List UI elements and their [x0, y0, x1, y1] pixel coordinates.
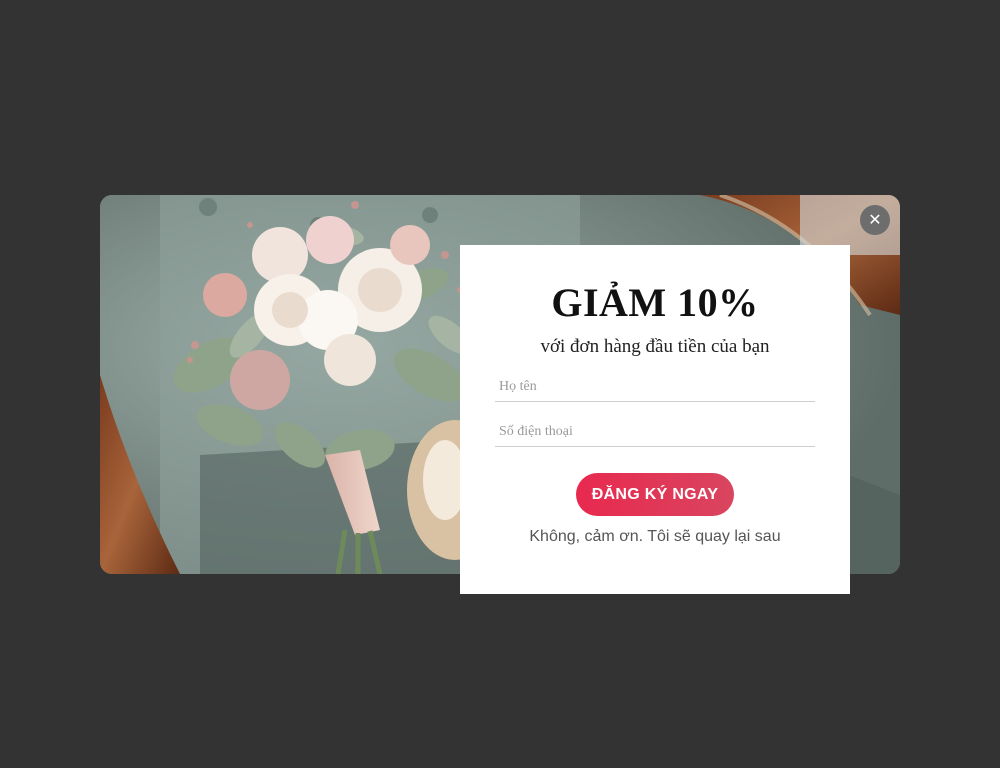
close-icon: ✕ [868, 210, 882, 229]
signup-form-card: GIẢM 10% với đơn hàng đầu tiền của bạn Đ… [460, 245, 850, 594]
promo-subline: với đơn hàng đầu tiền của bạn [540, 336, 770, 357]
close-button[interactable]: ✕ [860, 205, 890, 235]
decline-link[interactable]: Không, cảm ơn. Tôi sẽ quay lại sau [460, 528, 850, 546]
phone-input[interactable] [495, 417, 815, 447]
promo-headline: GIẢM 10% [551, 280, 759, 325]
name-input[interactable] [495, 372, 815, 402]
register-button[interactable]: ĐĂNG KÝ NGAY [576, 473, 734, 516]
